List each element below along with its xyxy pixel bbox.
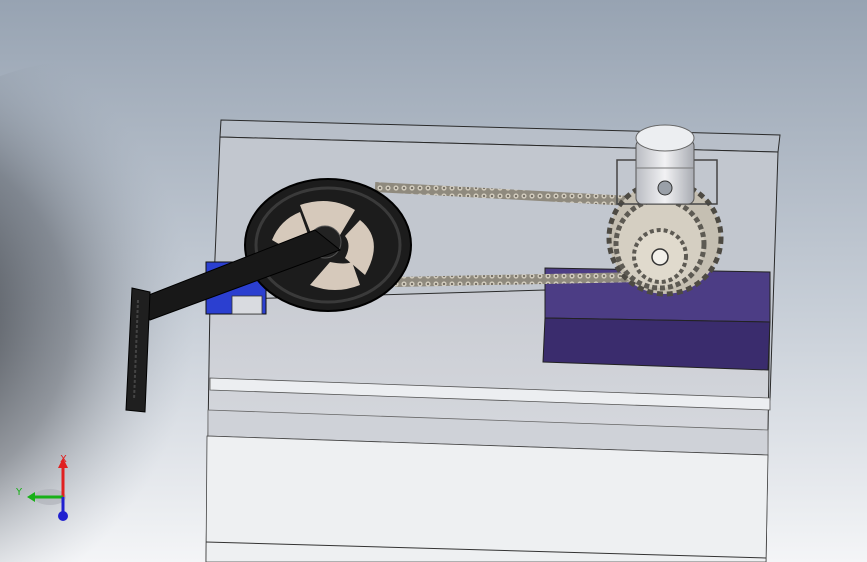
bracket-insert xyxy=(231,295,263,315)
model-scene[interactable]: X Y xyxy=(0,0,867,562)
triad-y-label: Y xyxy=(15,487,23,498)
triad-z-axis xyxy=(58,511,68,521)
motor-endcap xyxy=(635,124,695,152)
motor-shaft-nut xyxy=(657,180,673,196)
enclosure-lower-face xyxy=(205,435,769,562)
graphics-viewport[interactable]: X Y xyxy=(0,0,867,562)
sprocket-hub xyxy=(651,248,669,266)
mount-plate-front xyxy=(542,317,771,371)
triad-x-label: X xyxy=(60,454,67,465)
